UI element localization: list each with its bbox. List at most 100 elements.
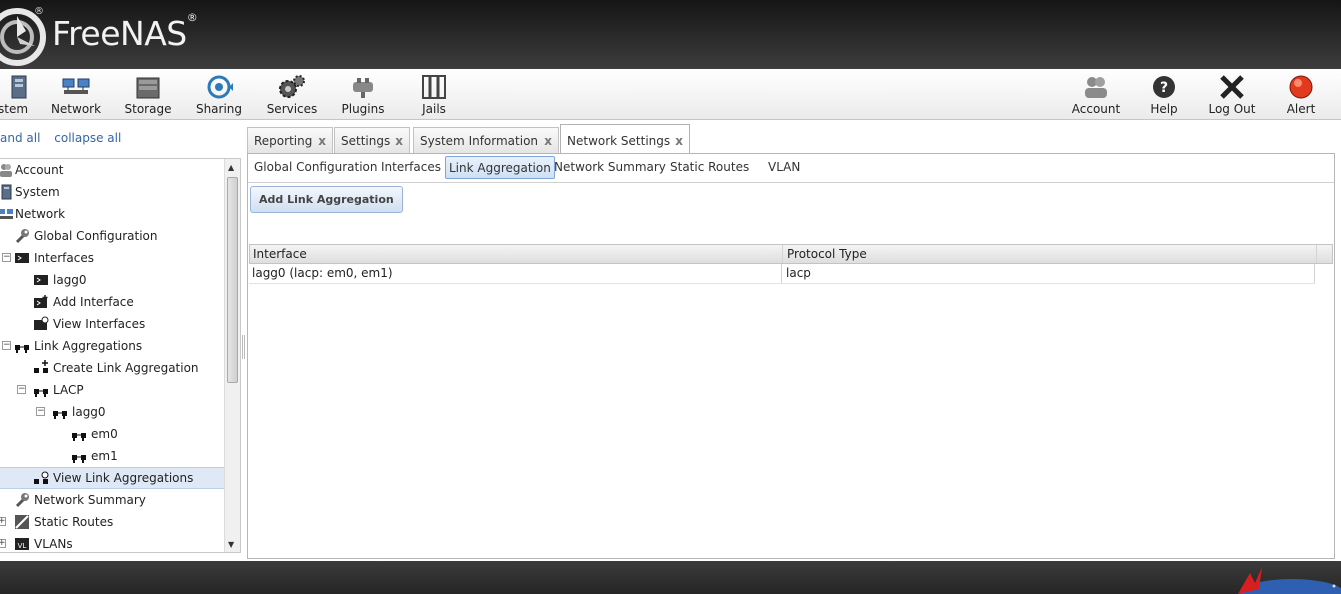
close-icon[interactable]: x <box>395 128 403 154</box>
tree-item-label: em1 <box>91 449 118 463</box>
tab-bar: Reporting x Settings x System Informatio… <box>247 124 1335 155</box>
toolbar-alert-button[interactable]: Alert <box>1266 71 1336 119</box>
sharing-icon <box>207 75 233 99</box>
tree-item[interactable]: Account <box>0 159 224 181</box>
tab-settings-label: Settings <box>341 134 391 148</box>
collapse-toggle-icon[interactable]: − <box>17 385 26 394</box>
tree-item-label: em0 <box>91 427 118 441</box>
tree-item[interactable]: View Link Aggregations <box>0 467 224 489</box>
close-icon[interactable]: x <box>544 128 552 154</box>
tree-expand-collapse-links: and all collapse all <box>0 131 131 145</box>
pane-splitter[interactable] <box>242 335 245 359</box>
expand-toggle-icon[interactable]: + <box>0 539 6 548</box>
network-icon <box>62 78 90 94</box>
system-icon <box>1 184 12 200</box>
toolbar-network-button[interactable]: Network <box>41 71 111 119</box>
collapse-toggle-icon[interactable]: − <box>2 341 11 350</box>
tree-item[interactable]: System <box>0 181 224 203</box>
toolbar-account-button[interactable]: Account <box>1061 71 1131 119</box>
tree-item[interactable]: − lagg0 <box>0 401 224 423</box>
toolbar-storage-button[interactable]: Storage <box>113 71 183 119</box>
tab-system-information[interactable]: System Information x <box>413 127 559 154</box>
tab-reporting[interactable]: Reporting x <box>247 127 333 154</box>
interface-icon <box>15 253 29 263</box>
column-header-interface[interactable]: Interface <box>250 245 307 263</box>
account-icon <box>0 164 12 177</box>
collapse-all-link[interactable]: collapse all <box>54 131 121 145</box>
tree-item-label: Account <box>15 163 64 177</box>
scroll-down-arrow-icon[interactable]: ▼ <box>228 540 234 549</box>
toolbar-help-button[interactable]: ? Help <box>1129 71 1199 119</box>
static-routes-icon <box>15 515 29 529</box>
subtab-network-summary[interactable]: Network Summary <box>551 156 669 179</box>
tree-item-label: Network <box>15 207 66 221</box>
subtab-link-aggregation[interactable]: Link Aggregation <box>445 156 555 179</box>
toolbar-plugins-button[interactable]: Plugins <box>328 71 398 119</box>
tree-item[interactable]: em1 <box>0 445 224 467</box>
toolbar-storage-label: Storage <box>124 102 172 116</box>
tree-item[interactable]: Network Summary <box>0 489 224 511</box>
tree-item[interactable]: + Static Routes <box>0 511 224 533</box>
tree-item[interactable]: View Interfaces <box>0 313 224 335</box>
column-separator <box>782 245 783 263</box>
tree-item[interactable]: + VL VLANs <box>0 533 224 552</box>
link-aggregation-icon <box>72 433 86 441</box>
tab-network-settings[interactable]: Network Settings x <box>560 124 690 155</box>
toolbar-logout-button[interactable]: Log Out <box>1197 71 1267 119</box>
network-settings-panel: Global Configuration Interfaces Link Agg… <box>247 153 1335 559</box>
tree-scroll-thumb[interactable] <box>227 177 238 383</box>
scroll-up-arrow-icon[interactable]: ▲ <box>228 163 234 172</box>
tree-item[interactable]: − LACP <box>0 379 224 401</box>
tree-item-label: System <box>15 185 60 199</box>
tree-item[interactable]: em0 <box>0 423 224 445</box>
toolbar-jails-label: Jails <box>422 102 446 116</box>
add-link-aggregation-button[interactable]: Add Link Aggregation <box>250 186 403 213</box>
subtab-interfaces[interactable]: Interfaces <box>378 156 444 179</box>
tree-item[interactable]: lagg0 <box>0 269 224 291</box>
tree-item-label: Global Configuration <box>34 229 158 243</box>
tree-scrollbar[interactable]: ▲ ▼ <box>224 159 240 552</box>
expand-toggle-icon[interactable]: + <box>0 517 6 526</box>
subtab-static-routes[interactable]: Static Routes <box>667 156 752 179</box>
cell-interface: lagg0 (lacp: em0, em1) <box>252 266 393 280</box>
cell-protocol-type: lacp <box>786 266 811 280</box>
tree-item[interactable]: Network <box>0 203 224 225</box>
collapse-toggle-icon[interactable]: − <box>36 407 45 416</box>
tree-item-label: LACP <box>53 383 84 397</box>
view-lagg-icon <box>34 471 49 484</box>
account-icon <box>1085 77 1107 98</box>
expand-all-link[interactable]: and all <box>0 131 40 145</box>
tab-network-settings-label: Network Settings <box>567 134 671 148</box>
toolbar-sharing-button[interactable]: Sharing <box>184 71 254 119</box>
tree-item-label: Network Summary <box>34 493 146 507</box>
system-icon <box>11 75 27 99</box>
tab-settings[interactable]: Settings x <box>334 127 410 154</box>
grid-header: Interface Protocol Type <box>249 244 1333 264</box>
tree-item[interactable]: Global Configuration <box>0 225 224 247</box>
subtab-vlan[interactable]: VLAN <box>765 156 803 179</box>
logout-icon <box>1220 75 1244 99</box>
services-icon <box>279 75 305 98</box>
subtab-global-configuration[interactable]: Global Configuration <box>251 156 380 179</box>
main-toolbar: stem Network Storage Sharing Services Pl… <box>0 69 1341 120</box>
collapse-toggle-icon[interactable]: − <box>2 253 11 262</box>
toolbar-jails-button[interactable]: Jails <box>399 71 469 119</box>
close-icon[interactable]: x <box>318 128 326 154</box>
toolbar-plugins-label: Plugins <box>341 102 385 116</box>
column-header-protocol-type[interactable]: Protocol Type <box>784 245 867 263</box>
column-separator <box>1314 264 1315 283</box>
app-header: ® FreeNAS® <box>0 0 1341 69</box>
tree-item-label: Link Aggregations <box>34 339 143 353</box>
tree-item[interactable]: Create Link Aggregation <box>0 357 224 379</box>
network-subtab-bar: Global Configuration Interfaces Link Agg… <box>248 154 1334 183</box>
column-separator <box>1316 245 1317 263</box>
add-interface-icon <box>34 295 48 308</box>
tree-item[interactable]: − Link Aggregations <box>0 335 224 357</box>
table-row[interactable]: lagg0 (lacp: em0, em1) lacp <box>249 264 1315 284</box>
toolbar-services-button[interactable]: Services <box>257 71 327 119</box>
interface-icon <box>34 275 48 285</box>
tree-item[interactable]: Add Interface <box>0 291 224 313</box>
tree-item-label: View Interfaces <box>53 317 146 331</box>
tree-item[interactable]: − Interfaces <box>0 247 224 269</box>
jails-icon <box>422 75 446 99</box>
